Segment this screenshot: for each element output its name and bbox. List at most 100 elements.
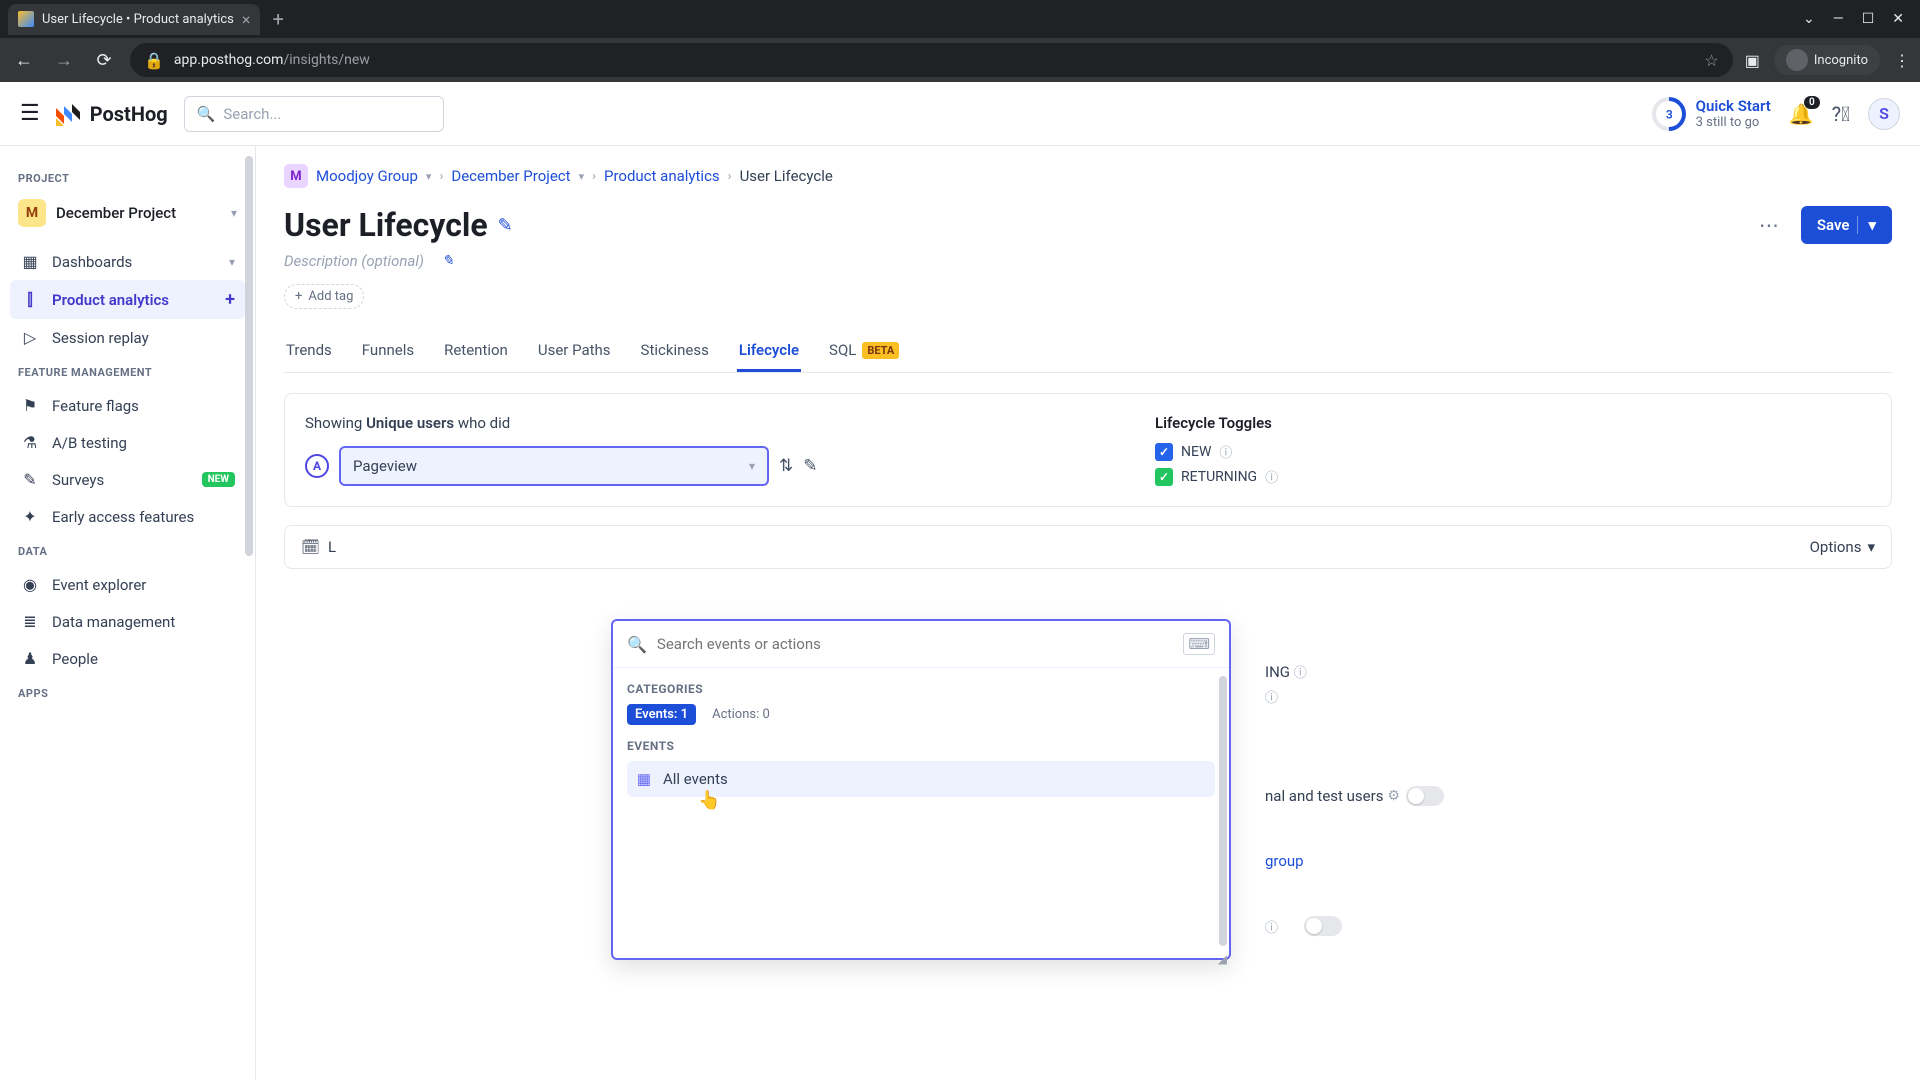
resize-handle-icon[interactable]: ◢ bbox=[1218, 952, 1227, 966]
more-button[interactable]: ⋯ bbox=[1751, 207, 1787, 243]
date-options-bar: 🗓 L Options ▾ bbox=[284, 525, 1892, 569]
chevron-down-icon[interactable]: ⌄ bbox=[1803, 11, 1815, 27]
sidebar-item-early-access[interactable]: ✦Early access features bbox=[10, 498, 245, 535]
people-icon: ♟ bbox=[20, 649, 40, 668]
filter-icon[interactable]: ⇅ bbox=[779, 456, 793, 476]
chevron-down-icon[interactable]: ▾ bbox=[579, 170, 585, 183]
address-bar[interactable]: 🔒 app.posthog.com/insights/new ☆ bbox=[130, 43, 1733, 77]
chevron-down-icon[interactable]: ▾ bbox=[426, 170, 432, 183]
minimize-icon[interactable]: — bbox=[1833, 11, 1844, 27]
tab-lifecycle[interactable]: Lifecycle bbox=[737, 331, 801, 372]
breadcrumb-current: User Lifecycle bbox=[740, 167, 833, 185]
tab-trends[interactable]: Trends bbox=[284, 331, 334, 372]
toggle-new[interactable]: ✓ NEW ⓘ bbox=[1155, 442, 1278, 461]
toggle-returning[interactable]: ✓ RETURNING ⓘ bbox=[1155, 467, 1278, 486]
series-badge: A bbox=[305, 454, 329, 478]
sidebar-item-surveys[interactable]: ✎SurveysNEW bbox=[10, 461, 245, 498]
gear-icon[interactable]: ⚙ bbox=[1387, 788, 1400, 804]
category-actions[interactable]: Actions: 0 bbox=[704, 704, 778, 725]
sidebar-item-event-explorer[interactable]: ◉Event explorer bbox=[10, 566, 245, 603]
chevron-right-icon: › bbox=[728, 169, 732, 184]
help-button[interactable]: ?⃝ bbox=[1832, 102, 1850, 126]
menu-icon[interactable]: ☰ bbox=[20, 101, 40, 126]
toggle-switch[interactable] bbox=[1406, 786, 1444, 806]
toggles-title: Lifecycle Toggles bbox=[1155, 414, 1278, 432]
info-icon[interactable]: ⓘ bbox=[1265, 917, 1278, 936]
popup-scrollbar[interactable] bbox=[1219, 676, 1227, 946]
bookmark-icon[interactable]: ☆ bbox=[1704, 51, 1718, 70]
panel-icon[interactable]: ▣ bbox=[1745, 51, 1760, 70]
lock-icon: 🔒 bbox=[144, 51, 164, 70]
checkbox-checked-icon[interactable]: ✓ bbox=[1155, 443, 1173, 461]
filter-group-link[interactable]: group bbox=[1265, 852, 1304, 870]
sidebar-item-session-replay[interactable]: ▷ Session replay bbox=[10, 319, 245, 356]
toggle-switch[interactable] bbox=[1304, 916, 1342, 936]
notifications-button[interactable]: 🔔0 bbox=[1789, 102, 1814, 126]
checkbox-checked-icon[interactable]: ✓ bbox=[1155, 468, 1173, 486]
info-icon[interactable]: ⓘ bbox=[1219, 442, 1232, 461]
sidebar-item-data-management[interactable]: ≣Data management bbox=[10, 603, 245, 640]
sidebar-item-people[interactable]: ♟People bbox=[10, 640, 245, 677]
tab-retention[interactable]: Retention bbox=[442, 331, 510, 372]
keyboard-icon[interactable]: ⌨ bbox=[1183, 633, 1215, 655]
info-icon[interactable]: ⓘ bbox=[1265, 691, 1278, 706]
close-window-icon[interactable]: ✕ bbox=[1892, 11, 1904, 27]
edit-icon[interactable]: ✎ bbox=[498, 215, 513, 236]
sidebar-item-product-analytics[interactable]: ⫿ Product analytics + bbox=[10, 280, 245, 319]
chevron-down-icon[interactable]: ▾ bbox=[229, 255, 235, 269]
breadcrumb-area[interactable]: Product analytics bbox=[604, 167, 720, 185]
search-icon: 🔍 bbox=[197, 105, 216, 123]
event-search-input[interactable] bbox=[657, 635, 1173, 653]
options-button[interactable]: Options ▾ bbox=[1810, 538, 1875, 556]
tab-sql[interactable]: SQLBETA bbox=[827, 331, 901, 372]
date-range-button[interactable]: 🗓 L bbox=[301, 538, 336, 556]
info-icon[interactable]: ⓘ bbox=[1294, 666, 1307, 681]
browser-menu-icon[interactable]: ⋮ bbox=[1894, 51, 1910, 70]
chevron-down-icon[interactable]: ▾ bbox=[1857, 216, 1876, 234]
back-button[interactable]: ← bbox=[10, 50, 38, 71]
sidebar-item-dashboards[interactable]: ▦ Dashboards ▾ bbox=[10, 243, 245, 280]
event-dropdown: 🔍 ⌨ CATEGORIES Events: 1 Actions: 0 EVEN… bbox=[611, 619, 1231, 960]
project-name: December Project bbox=[56, 204, 221, 222]
hidden-controls: ING ⓘ ⓘ nal and test users ⚙ group ⓘ bbox=[1265, 662, 1444, 936]
flask-icon: ⚗ bbox=[20, 433, 40, 452]
edit-icon[interactable]: ✎ bbox=[442, 253, 454, 269]
quickstart-subtitle: 3 still to go bbox=[1696, 115, 1771, 130]
edit-icon[interactable]: ✎ bbox=[803, 456, 817, 476]
plus-icon[interactable]: + bbox=[225, 289, 235, 310]
new-tab-button[interactable]: + bbox=[260, 7, 295, 31]
breadcrumb-org[interactable]: M Moodjoy Group ▾ bbox=[284, 164, 431, 188]
section-feature: FEATURE MANAGEMENT bbox=[10, 356, 245, 387]
category-events[interactable]: Events: 1 bbox=[627, 704, 696, 725]
quickstart[interactable]: 3 Quick Start 3 still to go bbox=[1652, 97, 1771, 131]
incognito-badge[interactable]: Incognito bbox=[1774, 45, 1880, 75]
description-placeholder[interactable]: Description (optional) bbox=[284, 252, 424, 270]
sidebar-item-feature-flags[interactable]: ⚑Feature flags bbox=[10, 387, 245, 424]
info-icon[interactable]: ⓘ bbox=[1265, 467, 1278, 486]
event-option-all[interactable]: ▦ All events bbox=[627, 761, 1215, 797]
sidebar-item-ab-testing[interactable]: ⚗A/B testing bbox=[10, 424, 245, 461]
sparkle-icon: ✦ bbox=[20, 507, 40, 526]
add-tag-button[interactable]: + Add tag bbox=[284, 284, 364, 309]
save-button[interactable]: Save ▾ bbox=[1801, 206, 1892, 244]
logo[interactable]: PostHog bbox=[56, 102, 168, 126]
close-tab-icon[interactable]: × bbox=[242, 10, 251, 29]
sidebar: PROJECT M December Project ▾ ▦ Dashboard… bbox=[0, 146, 256, 1080]
search-input[interactable]: 🔍 Search... bbox=[184, 96, 444, 132]
tab-user-paths[interactable]: User Paths bbox=[536, 331, 613, 372]
maximize-icon[interactable]: ☐ bbox=[1862, 11, 1875, 27]
reload-button[interactable]: ⟳ bbox=[90, 50, 118, 71]
project-selector[interactable]: M December Project ▾ bbox=[10, 193, 245, 233]
event-selector[interactable]: Pageview ▾ bbox=[339, 446, 769, 486]
browser-tab[interactable]: User Lifecycle • Product analytics × bbox=[8, 4, 260, 35]
new-badge: NEW bbox=[202, 472, 235, 487]
survey-icon: ✎ bbox=[20, 470, 40, 489]
user-avatar[interactable]: S bbox=[1868, 98, 1900, 130]
forward-button[interactable]: → bbox=[50, 50, 78, 71]
sidebar-scrollbar[interactable] bbox=[245, 156, 253, 556]
breadcrumb-project[interactable]: December Project ▾ bbox=[451, 167, 584, 185]
tab-funnels[interactable]: Funnels bbox=[360, 331, 416, 372]
section-project: PROJECT bbox=[10, 162, 245, 193]
breadcrumb: M Moodjoy Group ▾ › December Project ▾ ›… bbox=[284, 164, 1892, 188]
tab-stickiness[interactable]: Stickiness bbox=[639, 331, 711, 372]
